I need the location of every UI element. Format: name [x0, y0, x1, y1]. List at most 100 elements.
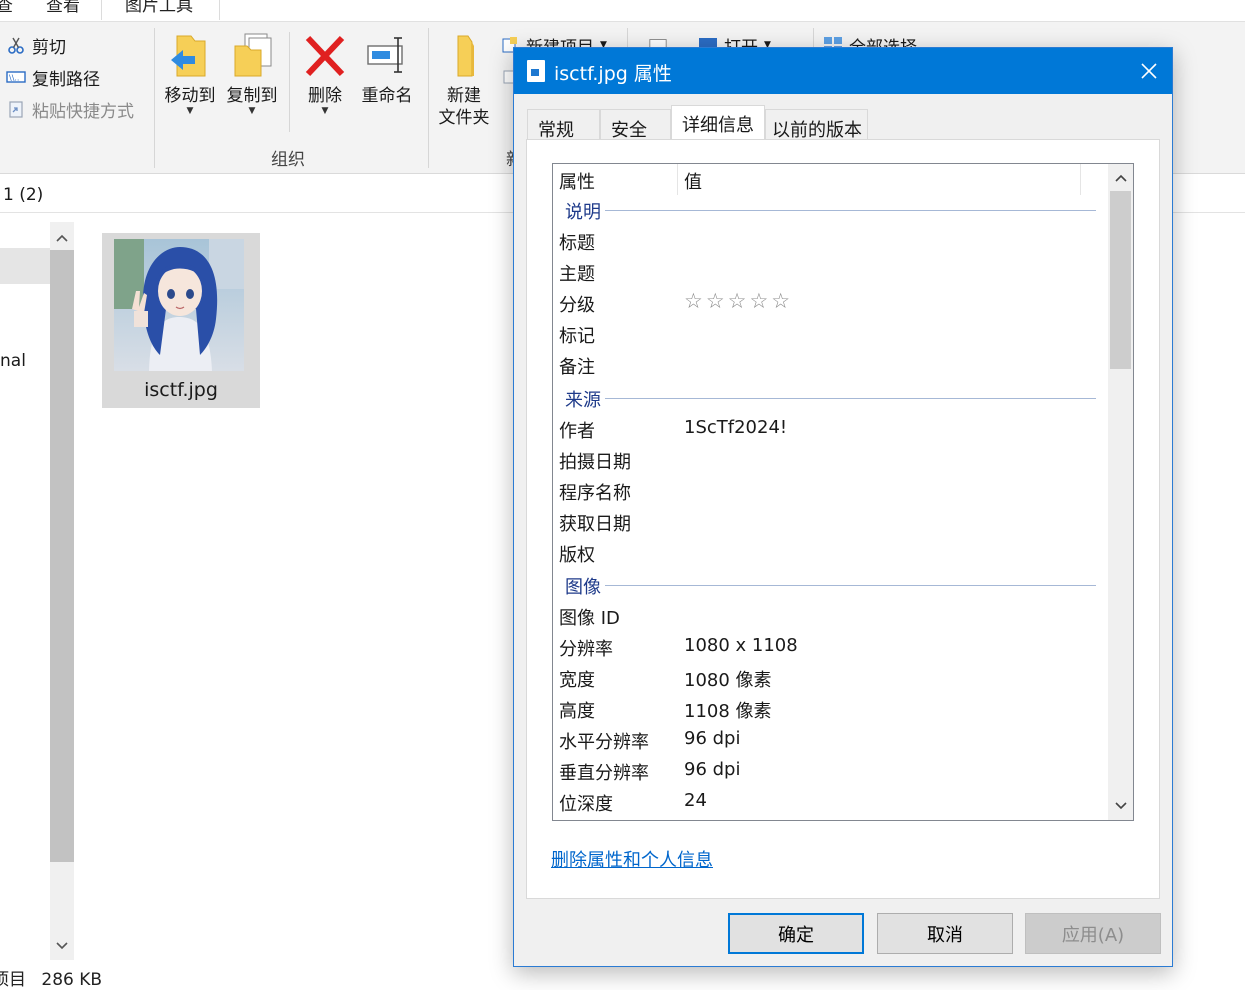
- property-row[interactable]: 水平分辨率 96 dpi: [553, 725, 1108, 756]
- property-name: 作者: [559, 421, 595, 442]
- tab-previous-versions[interactable]: 以前的版本: [765, 109, 868, 141]
- property-row[interactable]: 备注: [553, 350, 1108, 381]
- property-row[interactable]: 标记: [553, 319, 1108, 350]
- property-value[interactable]: 1ScTf2024!: [684, 417, 787, 438]
- tab-details[interactable]: 详细信息: [671, 105, 765, 141]
- property-row[interactable]: 获取日期: [553, 507, 1108, 538]
- property-row[interactable]: 作者 1ScTf2024!: [553, 414, 1108, 445]
- tab-security[interactable]: 安全: [600, 109, 671, 141]
- property-row[interactable]: 高度 1108 像素: [553, 694, 1108, 725]
- properties-dialog: isctf.jpg 属性 常规 安全 详细信息 以前的版本 属性 值 说明 标题: [513, 47, 1173, 967]
- property-name: 分辨率: [559, 639, 613, 660]
- list-scrollbar-thumb[interactable]: [1110, 191, 1131, 369]
- property-row[interactable]: 拍摄日期: [553, 445, 1108, 476]
- property-value[interactable]: 1080 x 1108: [684, 635, 798, 656]
- cut-button[interactable]: 剪切: [6, 32, 66, 58]
- list-scrollbar[interactable]: [1108, 164, 1133, 820]
- tab-general[interactable]: 常规: [527, 109, 600, 141]
- copy-to-label: 复制到: [226, 86, 278, 106]
- property-name: 宽度: [559, 670, 595, 691]
- scroll-up-arrow-icon[interactable]: [50, 226, 74, 250]
- group-label: 来源: [565, 386, 605, 412]
- group-divider-line: [605, 398, 1096, 399]
- ribbon-divider: [154, 28, 155, 168]
- property-value[interactable]: 1108 像素: [684, 697, 772, 723]
- property-name: 主题: [559, 264, 595, 285]
- dialog-titlebar[interactable]: isctf.jpg 属性: [514, 48, 1172, 94]
- property-value[interactable]: 96 dpi: [684, 728, 740, 749]
- group-label: 图像: [565, 573, 605, 599]
- column-header-value[interactable]: 值: [684, 168, 702, 194]
- property-row[interactable]: 位深度 24: [553, 787, 1108, 818]
- property-row[interactable]: 标题: [553, 226, 1108, 257]
- nav-item-label[interactable]: nal: [0, 351, 26, 371]
- dropdown-caret-icon: ▼: [248, 106, 256, 116]
- move-to-icon: [167, 35, 213, 85]
- rename-button[interactable]: 重命名: [356, 32, 418, 107]
- copy-path-icon: \\..: [6, 68, 26, 86]
- paste-shortcut-button[interactable]: 粘贴快捷方式: [6, 96, 134, 122]
- status-size: 286 KB: [41, 970, 103, 990]
- file-item-selected[interactable]: isctf.jpg: [102, 233, 260, 408]
- property-value[interactable]: 24: [684, 790, 707, 811]
- scissors-icon: [6, 36, 26, 54]
- cancel-button[interactable]: 取消: [877, 913, 1013, 954]
- group-header-image: 图像: [565, 570, 1096, 601]
- property-name: 分级: [559, 295, 595, 316]
- list-header: 属性 值: [553, 164, 1108, 195]
- rating-stars-icon[interactable]: ☆☆☆☆☆: [684, 289, 793, 313]
- property-row[interactable]: 主题: [553, 257, 1108, 288]
- new-folder-button[interactable]: 新建 文件夹: [434, 32, 494, 129]
- tab-partial[interactable]: 查: [0, 0, 13, 16]
- property-name: 垂直分辨率: [559, 763, 649, 784]
- scroll-down-arrow-icon[interactable]: [1108, 794, 1133, 818]
- property-row[interactable]: 版权: [553, 538, 1108, 569]
- status-items-label: 项目: [0, 970, 26, 990]
- property-row-rating[interactable]: 分级 ☆☆☆☆☆: [553, 288, 1108, 319]
- tab-picture-tools[interactable]: 图片工具: [125, 0, 193, 16]
- property-row[interactable]: 垂直分辨率 96 dpi: [553, 756, 1108, 787]
- property-row[interactable]: 图像 ID: [553, 601, 1108, 632]
- column-header-property[interactable]: 属性: [559, 168, 595, 194]
- nav-selected-item[interactable]: [0, 248, 50, 284]
- group-header-description: 说明: [565, 195, 1096, 226]
- apply-button[interactable]: 应用(A): [1025, 913, 1161, 954]
- image-thumbnail: [114, 239, 244, 371]
- new-folder-icon: [444, 35, 484, 85]
- nav-scrollbar-thumb[interactable]: [50, 250, 74, 862]
- property-name: 标记: [559, 326, 595, 347]
- status-bar: 项目 286 KB: [0, 960, 520, 990]
- property-list[interactable]: 属性 值 说明 标题 主题 分级 ☆☆☆☆☆ 标记 备注 来源 作者 1ScTf…: [552, 163, 1134, 821]
- property-value[interactable]: 1080 像素: [684, 666, 772, 692]
- property-name: 位深度: [559, 794, 613, 815]
- copy-to-icon: [229, 33, 275, 85]
- property-name: 高度: [559, 701, 595, 722]
- remove-properties-link[interactable]: 删除属性和个人信息: [551, 846, 713, 872]
- property-row[interactable]: 分辨率 1080 x 1108: [553, 632, 1108, 663]
- property-row[interactable]: 宽度 1080 像素: [553, 663, 1108, 694]
- paste-shortcut-icon: [6, 100, 26, 118]
- tab-divider: [219, 0, 220, 20]
- copy-to-button[interactable]: 复制到 ▼: [222, 32, 282, 116]
- scroll-down-arrow-icon[interactable]: [50, 934, 74, 958]
- column-divider[interactable]: [677, 164, 678, 195]
- status-item-count: 项目 286 KB: [0, 965, 102, 990]
- delete-button[interactable]: 删除 ▼: [298, 32, 352, 116]
- ribbon-tab-bar: 查 查看 图片工具: [0, 0, 1245, 22]
- close-button[interactable]: [1126, 48, 1172, 94]
- property-name: 标题: [559, 233, 595, 254]
- property-name: 版权: [559, 545, 595, 566]
- copy-path-label: 复制路径: [32, 69, 100, 90]
- column-divider[interactable]: [1080, 164, 1081, 195]
- ok-button[interactable]: 确定: [728, 913, 864, 954]
- property-name: 程序名称: [559, 483, 631, 504]
- property-row[interactable]: 程序名称: [553, 476, 1108, 507]
- scroll-up-arrow-icon[interactable]: [1108, 166, 1133, 190]
- dialog-title: isctf.jpg 属性: [554, 63, 672, 85]
- copy-path-button[interactable]: \\.. 复制路径: [6, 64, 100, 90]
- tab-view[interactable]: 查看: [46, 0, 80, 16]
- property-value[interactable]: 96 dpi: [684, 759, 740, 780]
- ribbon-divider: [428, 28, 429, 168]
- move-to-button[interactable]: 移动到 ▼: [160, 32, 220, 116]
- paste-shortcut-label: 粘贴快捷方式: [32, 101, 134, 122]
